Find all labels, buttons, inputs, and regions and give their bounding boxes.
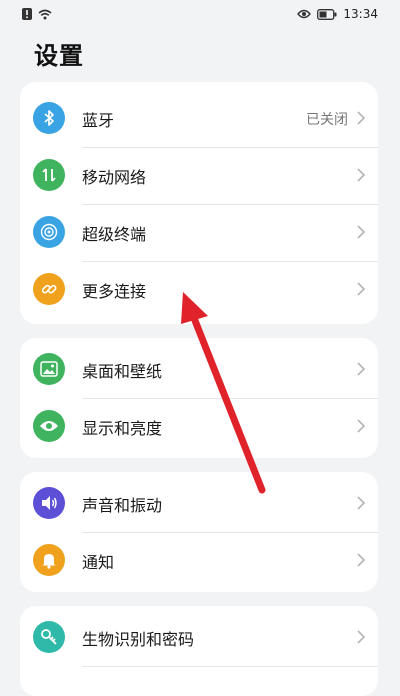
settings-item-display-brightness[interactable]: 显示和亮度 xyxy=(20,398,378,455)
wifi-icon xyxy=(38,9,52,20)
chevron-right-icon xyxy=(357,496,366,510)
chevron-right-icon xyxy=(357,362,366,376)
row-divider xyxy=(82,204,378,205)
row-divider xyxy=(82,261,378,262)
chevron-right-icon xyxy=(357,168,366,182)
chevron-right-icon xyxy=(357,111,366,125)
settings-item-label: 蓝牙 xyxy=(82,110,115,130)
mobile-network-icon xyxy=(33,159,65,191)
bluetooth-status: 已关闭 xyxy=(306,111,348,128)
super-device-icon xyxy=(33,216,65,248)
chevron-right-icon xyxy=(357,419,366,433)
settings-group-display: 桌面和壁纸 显示和亮度 xyxy=(20,338,378,458)
battery-icon xyxy=(317,8,337,20)
settings-item-label: 声音和振动 xyxy=(82,495,163,515)
wallpaper-icon xyxy=(33,353,65,385)
row-divider xyxy=(82,398,378,399)
page-title: 设置 xyxy=(34,42,84,70)
settings-item-label: 桌面和壁纸 xyxy=(82,361,163,381)
settings-group-connectivity: 蓝牙 已关闭 移动网络 超级终端 更多连接 xyxy=(20,82,378,324)
status-time: 13:34 xyxy=(343,7,378,21)
settings-item-bluetooth[interactable]: 蓝牙 已关闭 xyxy=(20,90,378,147)
settings-item-label: 显示和亮度 xyxy=(82,418,163,438)
settings-item-sound-vibration[interactable]: 声音和振动 xyxy=(20,475,378,532)
eye-icon xyxy=(33,410,65,442)
settings-item-label: 更多连接 xyxy=(82,281,147,301)
bell-icon xyxy=(33,544,65,576)
row-divider xyxy=(82,147,378,148)
eye-comfort-icon xyxy=(297,9,312,19)
settings-item-label: 超级终端 xyxy=(82,224,147,244)
chevron-right-icon xyxy=(357,225,366,239)
row-divider xyxy=(82,666,378,667)
settings-item-more-connections[interactable]: 更多连接 xyxy=(20,261,378,318)
key-icon xyxy=(33,621,65,653)
settings-group-sound: 声音和振动 通知 xyxy=(20,472,378,592)
settings-item-label: 通知 xyxy=(82,552,115,572)
settings-item-wallpaper[interactable]: 桌面和壁纸 xyxy=(20,341,378,398)
settings-item-biometrics-password[interactable]: 生物识别和密码 xyxy=(20,609,378,666)
chevron-right-icon xyxy=(357,282,366,296)
speaker-icon xyxy=(33,487,65,519)
bluetooth-icon xyxy=(33,102,65,134)
chevron-right-icon xyxy=(357,630,366,644)
settings-item-notifications[interactable]: 通知 xyxy=(20,532,378,589)
link-icon xyxy=(33,273,65,305)
settings-group-security: 生物识别和密码 xyxy=(20,606,378,696)
alert-icon xyxy=(22,8,32,20)
settings-item-label: 生物识别和密码 xyxy=(82,629,195,649)
status-bar: 13:34 xyxy=(0,0,400,28)
settings-item-label: 移动网络 xyxy=(82,167,147,187)
settings-item-super-device[interactable]: 超级终端 xyxy=(20,204,378,261)
row-divider xyxy=(82,532,378,533)
chevron-right-icon xyxy=(357,553,366,567)
settings-item-mobile-network[interactable]: 移动网络 xyxy=(20,147,378,204)
